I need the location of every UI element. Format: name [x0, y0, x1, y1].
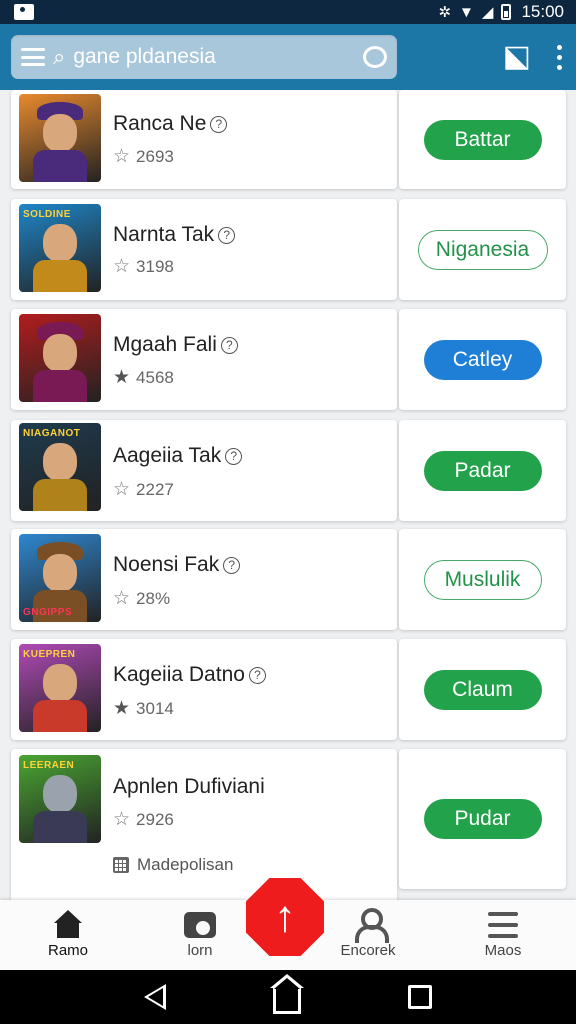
- star-icon: ★: [113, 698, 131, 719]
- game-title: Narnta Tak?: [113, 223, 236, 247]
- game-title: Aageiia Tak?: [113, 444, 243, 468]
- game-card[interactable]: KUEPREN Kageiia Datno? ★ 3014: [11, 639, 397, 740]
- grid-icon: [113, 857, 129, 873]
- game-action-button[interactable]: Catley: [423, 339, 542, 380]
- game-rating: ☆ 28%: [113, 588, 171, 609]
- game-title: Mgaah Fali?: [113, 333, 238, 357]
- battery-icon: [501, 4, 512, 20]
- action-panel: Padar: [399, 420, 566, 521]
- nav-item-profile[interactable]: Encorek: [323, 906, 413, 959]
- game-thumbnail: SOLDINE: [19, 204, 101, 292]
- game-rating: ☆ 2926: [113, 809, 174, 830]
- game-title: Ranca Ne?: [113, 112, 228, 136]
- game-extra-info: Madepolisan: [113, 855, 233, 875]
- game-action-button[interactable]: Padar: [423, 450, 542, 491]
- star-icon: ☆: [113, 479, 131, 500]
- search-bar[interactable]: ⌕ gane pldanesia: [11, 35, 397, 79]
- game-rating: ★ 4568: [113, 367, 174, 388]
- game-card[interactable]: Ranca Ne? ☆ 2693: [11, 90, 397, 189]
- game-title: Kageiia Datno?: [113, 663, 266, 687]
- star-icon: ☆: [113, 809, 131, 830]
- game-card[interactable]: LEERAEN Apnlen Dufiviani ☆ 2926 Madepolis…: [11, 749, 397, 902]
- game-card[interactable]: GNGIPPS Noensi Fak? ☆ 28%: [11, 529, 397, 630]
- game-thumbnail: NIAGANOT: [19, 423, 101, 511]
- game-thumbnail: LEERAEN: [19, 755, 101, 843]
- nav-item-camera[interactable]: lorn: [155, 906, 245, 959]
- game-rating: ★ 3014: [113, 698, 174, 719]
- back-icon[interactable]: [143, 984, 166, 1010]
- game-action-button[interactable]: Muslulik: [423, 559, 542, 600]
- menu-icon[interactable]: [21, 48, 45, 66]
- help-icon: ?: [218, 227, 236, 244]
- app-bar: ⌕ gane pldanesia ⬕: [0, 24, 576, 90]
- action-panel: Muslulik: [399, 529, 566, 630]
- help-icon: ?: [223, 557, 241, 574]
- star-icon: ☆: [113, 146, 131, 167]
- nav-item-more[interactable]: Maos: [458, 906, 548, 959]
- game-action-button[interactable]: Pudar: [423, 799, 542, 839]
- action-panel: Claum: [399, 639, 566, 740]
- home-icon[interactable]: [269, 974, 304, 1014]
- settings-status-icon: ✲: [438, 4, 452, 21]
- home-icon: [51, 910, 85, 938]
- game-thumbnail: [19, 94, 101, 182]
- game-title: Noensi Fak?: [113, 553, 241, 577]
- chat-icon[interactable]: [363, 46, 387, 68]
- game-rating: ☆ 3198: [113, 256, 174, 277]
- game-action-button[interactable]: Claum: [423, 669, 542, 710]
- star-icon: ★: [113, 367, 131, 388]
- game-card[interactable]: Mgaah Fali? ★ 4568: [11, 309, 397, 410]
- status-bar: ✲ ▼ ◢ 15:00: [0, 0, 576, 24]
- recents-icon[interactable]: [408, 985, 433, 1009]
- help-icon: ?: [220, 337, 238, 354]
- game-thumbnail: KUEPREN: [19, 644, 101, 732]
- game-rating: ☆ 2693: [113, 146, 174, 167]
- help-icon: ?: [248, 667, 266, 684]
- game-card[interactable]: SOLDINE Narnta Tak? ☆ 3198: [11, 199, 397, 300]
- game-rating: ☆ 2227: [113, 479, 174, 500]
- share-icon[interactable]: ⬕: [503, 42, 531, 72]
- signal-icon: ◢: [481, 4, 494, 21]
- person-icon: [353, 908, 389, 943]
- action-panel: Battar: [399, 90, 566, 189]
- action-panel: Niganesia: [399, 199, 566, 300]
- search-icon: ⌕: [53, 44, 66, 69]
- action-panel: Catley: [399, 309, 566, 410]
- game-card[interactable]: NIAGANOT Aageiia Tak? ☆ 2227: [11, 420, 397, 521]
- star-icon: ☆: [113, 256, 131, 277]
- game-title: Apnlen Dufiviani: [113, 775, 265, 798]
- help-icon: ?: [225, 448, 243, 465]
- search-input[interactable]: gane pldanesia: [73, 45, 355, 69]
- star-icon: ☆: [113, 588, 131, 609]
- wifi-icon: ▼: [459, 3, 474, 21]
- system-nav-bar: [0, 970, 576, 1024]
- arrow-up-icon: ↑: [274, 892, 296, 941]
- nav-item-home[interactable]: Ramo: [23, 906, 113, 959]
- camera-icon: [184, 912, 216, 938]
- game-action-button[interactable]: Niganesia: [417, 229, 548, 270]
- game-list: Ranca Ne? ☆ 2693 Battar SOLDINE Narnta Ta…: [0, 90, 576, 902]
- game-thumbnail: GNGIPPS: [19, 534, 101, 622]
- fab-upload-button[interactable]: ↑: [246, 878, 324, 956]
- help-icon: ?: [210, 116, 228, 133]
- status-time: 15:00: [521, 2, 564, 21]
- notification-icon: [14, 4, 34, 20]
- more-icon[interactable]: [557, 44, 562, 70]
- game-thumbnail: [19, 314, 101, 402]
- game-action-button[interactable]: Battar: [423, 119, 542, 160]
- menu-icon: [488, 912, 518, 938]
- action-panel: Pudar: [399, 749, 566, 889]
